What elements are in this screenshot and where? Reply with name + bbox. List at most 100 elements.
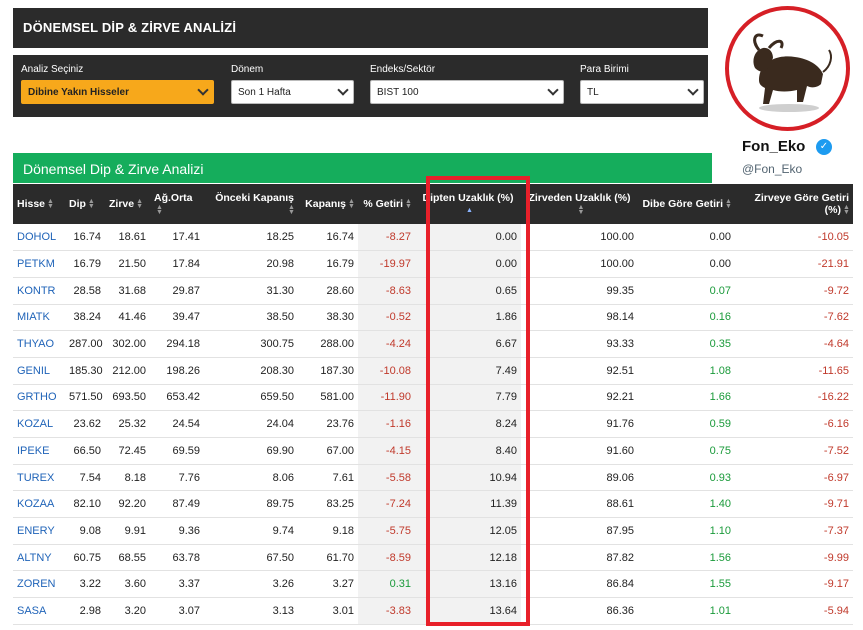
table-cell: -19.97 (358, 250, 415, 278)
table-title: Dönemsel Dip & Zirve Analizi (23, 161, 204, 177)
period-select-value: Son 1 Hafta (238, 87, 291, 98)
table-cell: 99.35 (521, 277, 638, 305)
table-cell: 69.59 (150, 437, 204, 465)
index-label: Endeks/Sektör (370, 64, 436, 75)
table-cell: 82.10 (65, 490, 105, 519)
stock-symbol-link[interactable]: ZOREN (13, 570, 65, 599)
column-header-label: Ağ.Orta (154, 192, 193, 204)
table-cell: 66.50 (65, 437, 105, 465)
stock-symbol-link[interactable]: IPEKE (13, 437, 65, 465)
table-cell: 31.30 (204, 277, 298, 305)
table-cell: 91.60 (521, 437, 638, 465)
stock-symbol-link[interactable]: KOZAL (13, 410, 65, 438)
period-select[interactable]: Son 1 Hafta (231, 80, 354, 104)
table-cell: 302.00 (105, 330, 150, 358)
table-cell: 0.59 (638, 410, 735, 438)
chevron-down-icon (547, 84, 559, 96)
table-cell: -5.94 (735, 597, 853, 625)
table-cell: 18.61 (105, 224, 150, 252)
column-header-label: Zirveye Göre Getiri (%) (754, 192, 849, 216)
table-cell: -0.52 (358, 304, 415, 332)
sort-icon: ▲ ▼ (156, 204, 163, 217)
table-cell: 92.51 (521, 357, 638, 385)
column-header[interactable]: Zirveye Göre Getiri (%) ▲ ▼ (735, 184, 853, 224)
stock-symbol-link[interactable]: KOZAA (13, 490, 65, 519)
table-cell: 88.61 (521, 490, 638, 519)
stock-symbol-link[interactable]: KONTR (13, 277, 65, 305)
table-cell: 92.21 (521, 384, 638, 412)
stock-symbol-link[interactable]: PETKM (13, 250, 65, 278)
table-cell: 187.30 (298, 357, 358, 385)
stock-symbol-link[interactable]: GENIL (13, 357, 65, 385)
sort-icon: ▲ ▼ (348, 198, 355, 211)
table-cell: 21.50 (105, 250, 150, 278)
table-cell: -4.15 (358, 437, 415, 465)
column-header[interactable]: Hisse ▲ ▼ (13, 184, 65, 224)
table-cell: 86.84 (521, 570, 638, 599)
column-header[interactable]: Dibe Göre Getiri ▲ ▼ (638, 184, 735, 224)
analysis-select[interactable]: Dibine Yakın Hisseler (21, 80, 214, 104)
table-cell: 100.00 (521, 250, 638, 278)
table-cell: 89.75 (204, 490, 298, 519)
table-cell: 60.75 (65, 544, 105, 572)
stock-symbol-link[interactable]: THYAO (13, 330, 65, 358)
table-cell: -7.62 (735, 304, 853, 332)
index-select[interactable]: BIST 100 (370, 80, 564, 104)
table-cell: 86.36 (521, 597, 638, 625)
table-cell: 0.35 (638, 330, 735, 358)
column-header[interactable]: Zirveden Uzaklık (%)▲ ▼ (521, 184, 638, 224)
panel-title: DÖNEMSEL DİP & ZİRVE ANALİZİ (23, 20, 237, 35)
table-cell: 63.78 (150, 544, 204, 572)
column-header[interactable]: Önceki Kapanış▲ ▼ (204, 184, 298, 224)
stock-symbol-link[interactable]: GRTHO (13, 384, 65, 412)
column-header-label: Kapanış (305, 198, 346, 210)
table-cell: 1.56 (638, 544, 735, 572)
column-header[interactable]: Dip ▲ ▼ (65, 184, 105, 224)
table-cell: -8.63 (358, 277, 415, 305)
table-cell: 41.46 (105, 304, 150, 332)
column-header-label: % Getiri (363, 198, 403, 210)
table-cell: 0.00 (638, 224, 735, 252)
table-cell: 1.01 (638, 597, 735, 625)
avatar[interactable] (725, 6, 850, 131)
table-cell: 0.07 (638, 277, 735, 305)
stock-symbol-link[interactable]: DOHOL (13, 224, 65, 252)
sort-icon: ▲ ▼ (725, 198, 732, 211)
stock-symbol-link[interactable]: SASA (13, 597, 65, 625)
stock-symbol-link[interactable]: MIATK (13, 304, 65, 332)
column-header[interactable]: Zirve ▲ ▼ (105, 184, 150, 224)
table-cell: 3.26 (204, 570, 298, 599)
currency-select[interactable]: TL (580, 80, 704, 104)
table-cell: 16.74 (65, 224, 105, 252)
table-cell: 93.33 (521, 330, 638, 358)
table-cell: 3.01 (298, 597, 358, 625)
table-cell: 16.79 (298, 250, 358, 278)
analysis-select-value: Dibine Yakın Hisseler (28, 87, 129, 98)
table-cell: 7.61 (298, 464, 358, 492)
table-cell: 3.07 (150, 597, 204, 625)
column-header[interactable]: Kapanış ▲ ▼ (298, 184, 358, 224)
column-header[interactable]: Ağ.Orta▲ ▼ (150, 184, 204, 224)
table-cell: -11.90 (358, 384, 415, 412)
table-cell: -10.08 (358, 357, 415, 385)
stock-symbol-link[interactable]: ENERY (13, 517, 65, 545)
table-cell: 9.91 (105, 517, 150, 545)
table-cell: 1.08 (638, 357, 735, 385)
table-cell: -16.22 (735, 384, 853, 412)
table-cell: 2.98 (65, 597, 105, 625)
sort-icon: ▲ ▼ (405, 198, 412, 211)
table-cell: 0.93 (638, 464, 735, 492)
table-cell: -8.27 (358, 224, 415, 252)
table-cell: 3.60 (105, 570, 150, 599)
stock-symbol-link[interactable]: ALTNY (13, 544, 65, 572)
table-cell: -10.05 (735, 224, 853, 252)
column-header-label: Dibe Göre Getiri (642, 198, 723, 210)
table-cell: -7.37 (735, 517, 853, 545)
index-select-value: BIST 100 (377, 87, 419, 98)
sort-icon: ▲ ▼ (136, 198, 144, 211)
column-header[interactable]: % Getiri ▲ ▼ (358, 184, 415, 224)
table-cell: 87.49 (150, 490, 204, 519)
table-cell: 693.50 (105, 384, 150, 412)
table-cell: -11.65 (735, 357, 853, 385)
stock-symbol-link[interactable]: TUREX (13, 464, 65, 492)
